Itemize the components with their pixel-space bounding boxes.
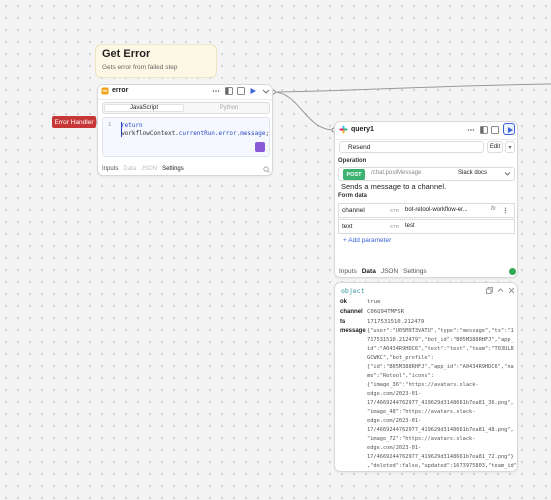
comment-subtitle: Gets error from failed step xyxy=(102,64,178,71)
error-block-title[interactable]: error xyxy=(112,87,128,94)
field-key[interactable]: channel xyxy=(342,207,365,214)
field-type: STR xyxy=(390,224,399,229)
endpoint-description: Sends a message to a channel. xyxy=(341,182,447,191)
language-toggle[interactable]: JavaScript Python xyxy=(102,102,270,114)
add-parameter-button[interactable]: + Add parameter xyxy=(343,237,391,244)
run-button[interactable] xyxy=(503,123,515,135)
tab-inputs[interactable]: Inputs xyxy=(339,268,357,275)
message-json-line: "image_72":"https://avatars.slack- xyxy=(367,436,476,442)
panel-toggle-icon[interactable] xyxy=(225,87,233,95)
query-block[interactable]: Resend Edit ▾ xyxy=(334,121,519,278)
message-json-line: 17/4669244762977_419629d3148661b7ea81_72… xyxy=(367,454,514,460)
code-line-2: workflowContext.currentRun.error.message… xyxy=(121,130,269,137)
data-key: channel xyxy=(340,309,363,315)
expand-icon[interactable] xyxy=(491,126,499,134)
language-tab-javascript[interactable]: JavaScript xyxy=(104,104,184,112)
code-line-2-prefix: workflowContext. xyxy=(121,130,179,137)
tab-settings[interactable]: Settings xyxy=(403,268,427,275)
message-json-line: {"image_36":"https://avatars.slack- xyxy=(367,382,479,388)
play-icon xyxy=(508,127,513,133)
chevron-down-icon[interactable] xyxy=(504,170,511,177)
message-json-line: GCWKC","bot_profile": xyxy=(367,355,434,361)
panel-toggle-icon[interactable] xyxy=(480,126,488,134)
error-bottom-tabs: Inputs Data JSON Settings xyxy=(102,166,184,172)
data-value: C06Q94TMFSR xyxy=(367,309,405,315)
search-icon[interactable] xyxy=(263,166,270,173)
message-json-line: edge.com/2023-01- xyxy=(367,445,422,451)
message-json-line: "image_48":"https://avatars.slack- xyxy=(367,409,476,415)
success-status-icon xyxy=(509,268,516,275)
message-json-line: ,"deleted":false,"updated":1673975803,"t… xyxy=(367,463,517,469)
message-json-line: 17/4669244762977_419629d3148661b7ea81_36… xyxy=(367,400,514,406)
message-json-line: {"user":"U05M9T3VATU","type":"message","… xyxy=(367,328,514,334)
message-json-line: edge.com/2023-01- xyxy=(367,418,422,424)
edit-resource-button[interactable]: Edit xyxy=(487,141,503,153)
code-editor[interactable]: 1 return workflowContext.currentRun.erro… xyxy=(102,117,270,157)
query-block-title[interactable]: query1 xyxy=(351,126,374,133)
close-icon[interactable] xyxy=(508,287,515,294)
error-block[interactable]: JavaScript Python 1 return workflowConte… xyxy=(97,84,273,176)
chevron-down-icon[interactable] xyxy=(262,87,270,95)
more-icon[interactable] xyxy=(212,87,220,95)
method-badge[interactable]: POST xyxy=(343,169,365,180)
tab-settings[interactable]: Settings xyxy=(162,166,184,172)
resource-caret-button[interactable]: ▾ xyxy=(505,141,515,153)
query-header-divider xyxy=(335,139,519,140)
form-data-label: Form data xyxy=(338,193,368,199)
field-value[interactable]: test xyxy=(405,223,415,229)
object-type-label: object xyxy=(341,287,365,295)
ai-assist-icon[interactable] xyxy=(255,142,265,152)
data-key: message xyxy=(340,328,366,334)
resource-select[interactable]: Resend xyxy=(339,141,484,153)
tab-inputs[interactable]: Inputs xyxy=(102,166,118,172)
copy-icon[interactable] xyxy=(486,287,493,294)
more-icon[interactable] xyxy=(502,207,509,214)
field-value[interactable]: bot-retool-workflow-er... xyxy=(405,207,468,213)
operation-label: Operation xyxy=(338,158,367,164)
tab-data[interactable]: Data xyxy=(123,166,136,172)
message-json-line: 17/4669244762977_419629d3148661b7ea81_48… xyxy=(367,427,514,433)
field-type: STR xyxy=(390,208,399,213)
error-handler-tag[interactable]: Error Handler xyxy=(52,116,96,128)
data-key: ts xyxy=(340,319,346,325)
line-number: 1 xyxy=(108,122,112,128)
expand-icon[interactable] xyxy=(237,87,245,95)
language-tab-python[interactable]: Python xyxy=(189,104,269,112)
comment-title: Get Error xyxy=(102,48,151,60)
slack-docs-link[interactable]: Slack docs xyxy=(458,170,487,176)
data-value: true xyxy=(367,299,381,305)
code-block-icon xyxy=(101,87,109,95)
function-icon[interactable]: fx xyxy=(491,206,496,212)
message-json-line: me":"Retool","icons": xyxy=(367,373,434,379)
more-icon[interactable] xyxy=(467,126,475,134)
message-json-line: {"id":"B05M388RHFJ","app_id":"A0434R9HDC… xyxy=(367,364,514,370)
form-field-row[interactable] xyxy=(338,219,515,234)
message-json-line: 717531510.212479","bot_id":"B05M388RHFJ"… xyxy=(367,337,514,343)
message-json-line: id":"A0434R9HDC6","text":"test","team":"… xyxy=(367,346,514,352)
message-json-line: edge.com/2023-01- xyxy=(367,391,422,397)
query-bottom-tabs: Inputs Data JSON Settings xyxy=(339,268,427,275)
run-icon[interactable] xyxy=(249,87,257,95)
slack-icon xyxy=(339,125,348,134)
tab-json[interactable]: JSON xyxy=(381,268,398,275)
collapse-icon[interactable] xyxy=(497,287,504,294)
tab-data[interactable]: Data xyxy=(362,268,376,275)
data-key: ok xyxy=(340,299,348,305)
field-key[interactable]: text xyxy=(342,223,352,230)
code-line-1: return xyxy=(121,122,143,129)
code-line-2-accent: currentRun.error.message xyxy=(178,130,266,137)
tab-json[interactable]: JSON xyxy=(141,166,157,172)
data-value: 1717531510.212479 xyxy=(367,319,425,325)
code-line-2-suffix: ; xyxy=(265,130,270,137)
endpoint-path: /chat.postMessage xyxy=(371,170,422,176)
